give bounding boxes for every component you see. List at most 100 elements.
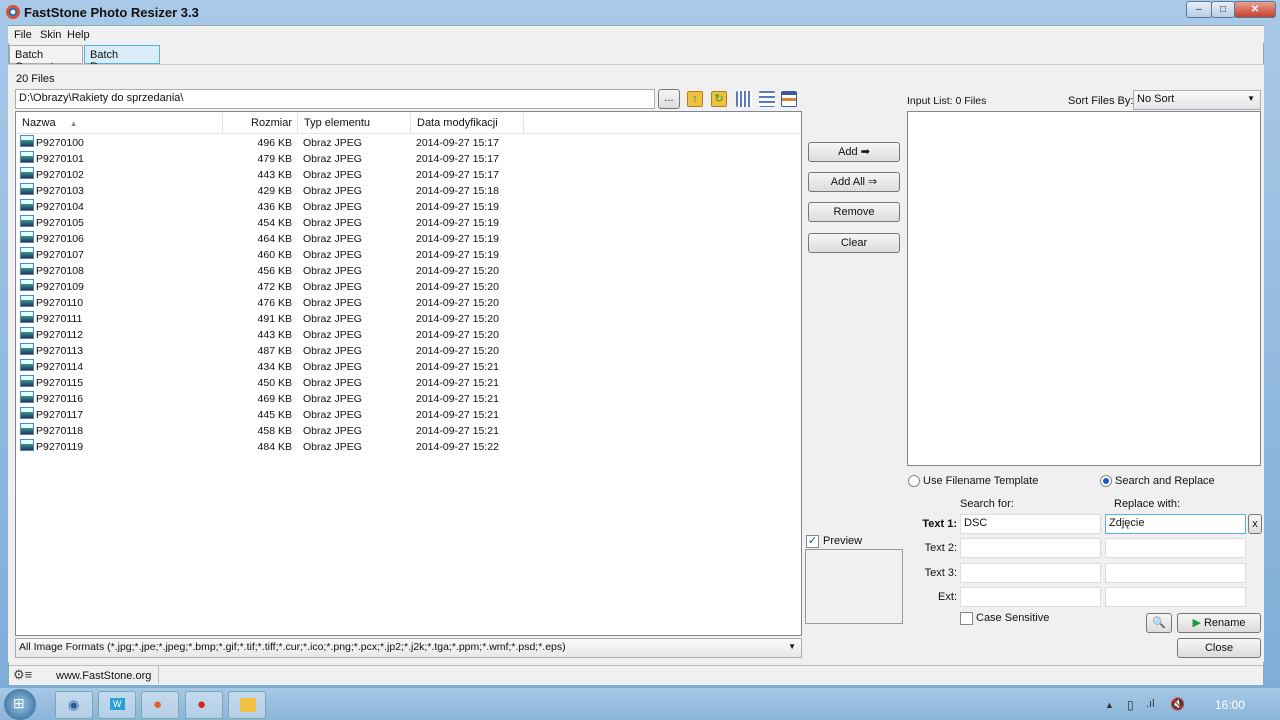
file-row[interactable]: P9270109 472 KB Obraz JPEG 2014-09-27 15… — [20, 279, 510, 295]
search-for-input[interactable] — [960, 563, 1101, 583]
file-name: P9270109 — [36, 281, 84, 293]
file-row[interactable]: P9270112 443 KB Obraz JPEG 2014-09-27 15… — [20, 327, 510, 343]
file-row[interactable]: P9270101 479 KB Obraz JPEG 2014-09-27 15… — [20, 151, 510, 167]
template-radio[interactable] — [908, 475, 920, 487]
file-name: P9270117 — [36, 409, 84, 421]
file-size: 464 KB — [257, 233, 292, 245]
preview-rename-button[interactable]: 🔍 — [1146, 613, 1172, 633]
list-view-icon[interactable] — [759, 91, 775, 107]
search-replace-radio[interactable] — [1100, 475, 1112, 487]
signal-icon[interactable]: .ıl — [1146, 698, 1155, 710]
image-file-icon — [20, 359, 34, 371]
file-name: P9270111 — [36, 313, 83, 325]
file-row[interactable]: P9270107 460 KB Obraz JPEG 2014-09-27 15… — [20, 247, 510, 263]
file-row[interactable]: P9270105 454 KB Obraz JPEG 2014-09-27 15… — [20, 215, 510, 231]
file-row[interactable]: P9270111 491 KB Obraz JPEG 2014-09-27 15… — [20, 311, 510, 327]
maximize-button[interactable]: □ — [1211, 1, 1235, 18]
thumbnail-view-icon[interactable] — [736, 91, 752, 107]
search-for-input[interactable] — [960, 538, 1101, 558]
file-row[interactable]: P9270103 429 KB Obraz JPEG 2014-09-27 15… — [20, 183, 510, 199]
file-row[interactable]: P9270113 487 KB Obraz JPEG 2014-09-27 15… — [20, 343, 510, 359]
taskbar-app-1[interactable]: ◉ — [55, 691, 93, 719]
rename-button[interactable]: ▶ Rename — [1177, 613, 1261, 633]
file-row[interactable]: P9270106 464 KB Obraz JPEG 2014-09-27 15… — [20, 231, 510, 247]
add-button[interactable]: Add ➡ — [808, 142, 900, 162]
battery-icon[interactable]: ▯ — [1127, 698, 1134, 712]
search-for-input[interactable] — [960, 587, 1101, 607]
file-row[interactable]: P9270104 436 KB Obraz JPEG 2014-09-27 15… — [20, 199, 510, 215]
folder-up-icon[interactable]: ↑ — [687, 91, 703, 107]
website-link[interactable]: www.FastStone.org — [56, 670, 151, 682]
preview-checkbox[interactable]: ✓ — [806, 535, 819, 548]
taskbar-app-5[interactable] — [228, 691, 266, 719]
remove-button[interactable]: Remove — [808, 202, 900, 222]
taskbar-app-3[interactable]: ● — [141, 691, 179, 719]
file-date: 2014-09-27 15:20 — [416, 329, 499, 341]
input-list[interactable] — [907, 111, 1261, 466]
file-row[interactable]: P9270108 456 KB Obraz JPEG 2014-09-27 15… — [20, 263, 510, 279]
column-header-name[interactable]: Nazwa ▲ — [16, 113, 223, 133]
file-type: Obraz JPEG — [303, 201, 362, 213]
file-row[interactable]: P9270118 458 KB Obraz JPEG 2014-09-27 15… — [20, 423, 510, 439]
file-row[interactable]: P9270114 434 KB Obraz JPEG 2014-09-27 15… — [20, 359, 510, 375]
file-size: 469 KB — [257, 393, 292, 405]
browse-button[interactable]: ... — [658, 89, 680, 109]
minimize-button[interactable]: – — [1186, 1, 1212, 18]
file-size: 429 KB — [257, 185, 292, 197]
taskbar-app-4[interactable]: ● — [185, 691, 223, 719]
search-for-input[interactable]: DSC — [960, 514, 1101, 534]
start-button[interactable]: ⊞ — [4, 689, 36, 720]
close-button[interactable]: Close — [1177, 638, 1261, 658]
replace-with-input[interactable]: Zdjęcie — [1105, 514, 1246, 534]
file-row[interactable]: P9270100 496 KB Obraz JPEG 2014-09-27 15… — [20, 135, 510, 151]
close-window-button[interactable]: ✕ — [1234, 1, 1276, 18]
replace-with-input[interactable] — [1105, 587, 1246, 607]
menu-help[interactable]: Help — [67, 29, 90, 41]
case-sensitive-checkbox[interactable] — [960, 612, 973, 625]
file-date: 2014-09-27 15:20 — [416, 297, 499, 309]
text-row-label: Text 1: — [922, 518, 957, 530]
folder-refresh-icon[interactable]: ↻ — [711, 91, 727, 107]
file-row[interactable]: P9270117 445 KB Obraz JPEG 2014-09-27 15… — [20, 407, 510, 423]
file-date: 2014-09-27 15:21 — [416, 409, 499, 421]
faststone-logo-icon: ⚙≡ — [13, 667, 33, 682]
clock[interactable]: 16:00 — [1215, 698, 1245, 712]
menu-file[interactable]: File — [14, 29, 32, 41]
replace-with-input[interactable] — [1105, 538, 1246, 558]
tab-batch-rename[interactable]: Batch Rename — [84, 45, 160, 73]
file-type: Obraz JPEG — [303, 329, 362, 341]
details-view-icon[interactable] — [781, 91, 797, 107]
clear-button[interactable]: Clear — [808, 233, 900, 253]
file-row[interactable]: P9270116 469 KB Obraz JPEG 2014-09-27 15… — [20, 391, 510, 407]
image-file-icon — [20, 199, 34, 211]
image-file-icon — [20, 391, 34, 403]
column-header-type[interactable]: Typ elementu — [298, 113, 411, 133]
column-header-size[interactable]: Rozmiar — [223, 113, 298, 133]
add-all-button[interactable]: Add All ⇒ — [808, 172, 900, 192]
replace-with-input[interactable] — [1105, 563, 1246, 583]
file-filter-select[interactable]: All Image Formats (*.jpg;*.jpe;*.jpeg;*.… — [15, 638, 802, 658]
sort-select[interactable]: No Sort ▼ — [1133, 90, 1261, 110]
tray-expand-icon[interactable]: ▲ — [1105, 700, 1114, 710]
clear-text-button[interactable]: x — [1248, 514, 1262, 534]
path-input[interactable]: D:\Obrazy\Rakiety do sprzedania\ — [15, 89, 655, 109]
file-type: Obraz JPEG — [303, 393, 362, 405]
file-row[interactable]: P9270115 450 KB Obraz JPEG 2014-09-27 15… — [20, 375, 510, 391]
file-date: 2014-09-27 15:17 — [416, 153, 499, 165]
file-size: 472 KB — [257, 281, 292, 293]
file-row[interactable]: P9270102 443 KB Obraz JPEG 2014-09-27 15… — [20, 167, 510, 183]
file-row[interactable]: P9270110 476 KB Obraz JPEG 2014-09-27 15… — [20, 295, 510, 311]
tab-batch-convert[interactable]: Batch Convert — [9, 45, 83, 73]
file-name: P9270100 — [36, 137, 84, 149]
menu-skin[interactable]: Skin — [40, 29, 61, 41]
file-date: 2014-09-27 15:21 — [416, 425, 499, 437]
file-row[interactable]: P9270119 484 KB Obraz JPEG 2014-09-27 15… — [20, 439, 510, 455]
file-size: 496 KB — [257, 137, 292, 149]
title-bar[interactable]: FastStone Photo Resizer 3.3 — [0, 0, 1280, 25]
file-name: P9270108 — [36, 265, 84, 277]
file-size: 450 KB — [257, 377, 292, 389]
taskbar-app-2[interactable]: W — [98, 691, 136, 719]
column-header-date[interactable]: Data modyfikacji — [411, 113, 524, 133]
file-type: Obraz JPEG — [303, 409, 362, 421]
volume-muted-icon[interactable]: 🔇 — [1170, 697, 1185, 711]
